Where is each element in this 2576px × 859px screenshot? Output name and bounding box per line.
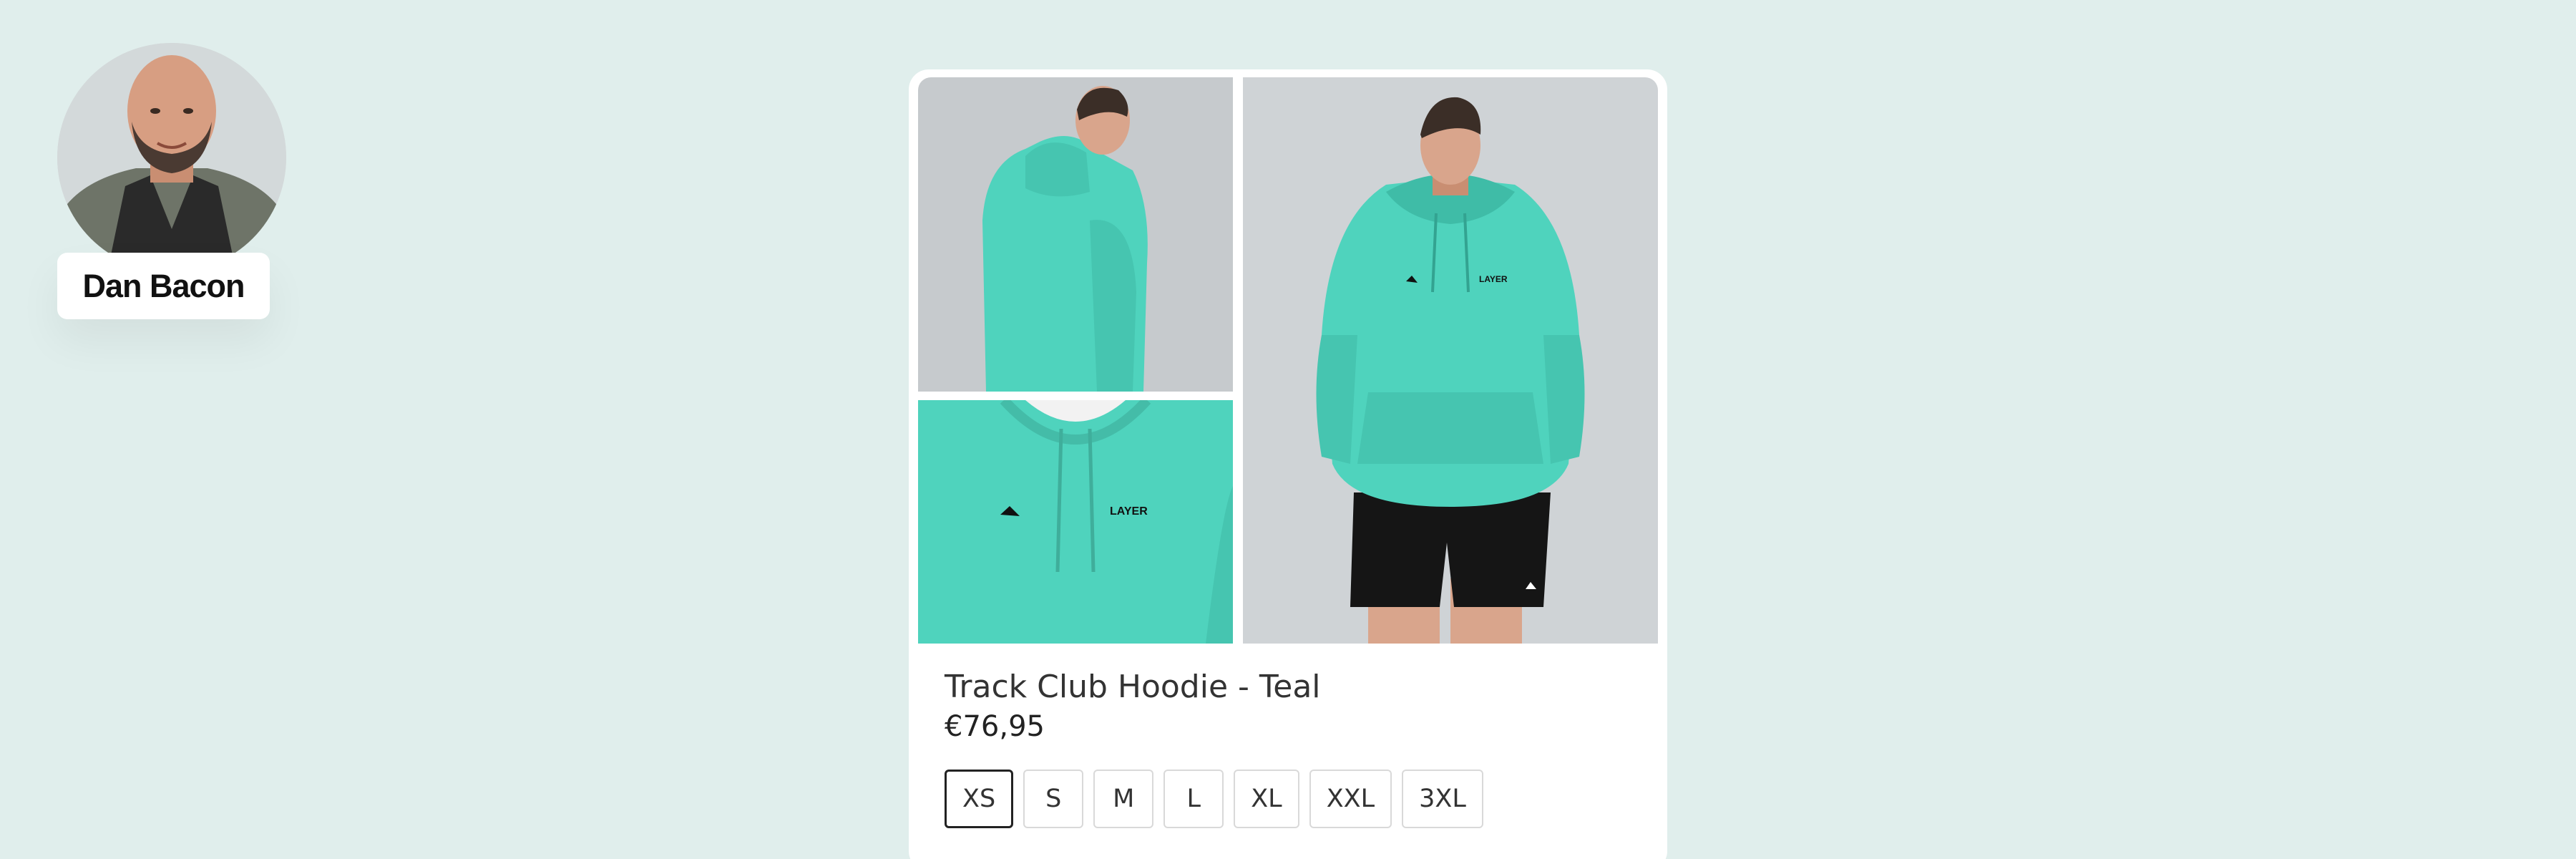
name-card: Dan Bacon xyxy=(57,253,270,319)
product-title: Track Club Hoodie - Teal xyxy=(945,669,1321,705)
size-option-xs[interactable]: XS xyxy=(945,770,1014,828)
product-image-front[interactable]: LAYER xyxy=(1243,77,1658,644)
brand-print-detail: LAYER xyxy=(1110,505,1148,518)
size-option-xl[interactable]: XL xyxy=(1234,770,1299,828)
product-image-detail[interactable]: LAYER xyxy=(918,400,1233,644)
size-option-l[interactable]: L xyxy=(1163,770,1224,828)
presenter-profile: Dan Bacon xyxy=(57,43,286,329)
size-option-3xl[interactable]: 3XL xyxy=(1402,770,1483,828)
size-option-xxl[interactable]: XXL xyxy=(1309,770,1392,828)
size-option-s[interactable]: S xyxy=(1023,770,1084,828)
page: Dan Bacon LAYER LAYER Track Club Hoodie … xyxy=(0,0,2576,859)
size-selector: XS S M L XL XXL 3XL xyxy=(945,770,1483,828)
product-card: LAYER LAYER Track Club Hoodie - Teal €76… xyxy=(909,69,1667,859)
avatar xyxy=(57,43,286,272)
product-price: €76,95 xyxy=(945,710,1045,743)
product-image-back[interactable] xyxy=(918,77,1233,392)
size-option-m[interactable]: M xyxy=(1093,770,1154,828)
brand-print-front: LAYER xyxy=(1479,274,1508,284)
presenter-name: Dan Bacon xyxy=(82,267,245,304)
